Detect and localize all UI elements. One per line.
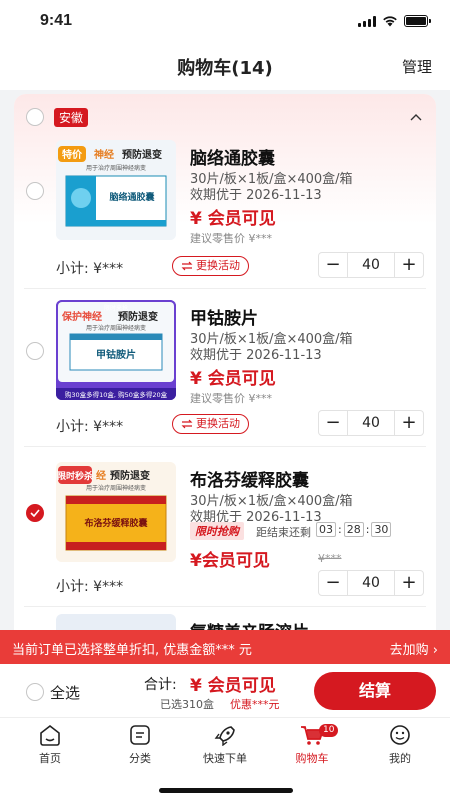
quantity-value[interactable]: 40	[347, 571, 395, 595]
thumb-sub: 用于治疗周围神经病变	[86, 484, 146, 492]
product-image[interactable]: 特价 神经 预防退变 用于治疗周围神经病变 脑络通胶囊	[56, 140, 176, 240]
add-more-link[interactable]: 去加购 ›	[390, 639, 438, 658]
product-image[interactable]: 限时秒杀 经 预防退变 用于治疗周围神经病变 布洛芬缓释胶囊	[56, 462, 176, 562]
flash-sale-tag: 限时抢购	[190, 522, 244, 540]
cart-item: 限时秒杀 经 预防退变 用于治疗周围神经病变 布洛芬缓释胶囊 布洛芬缓释胶囊 3…	[14, 416, 436, 580]
thumb-badge-text: 限时秒杀	[57, 470, 93, 482]
thumb-box-label: 布洛芬缓释胶囊	[83, 517, 148, 529]
tab-label: 我的	[389, 752, 411, 765]
home-icon	[40, 724, 60, 746]
timer-seconds: 30	[371, 522, 392, 537]
suggested-price: 建议零售价 ¥***	[190, 232, 272, 245]
tab-label: 首页	[39, 752, 61, 765]
nav-bar: 购物车(14) 管理	[0, 44, 450, 90]
signal-icon	[358, 15, 376, 27]
status-bar: 9:41	[0, 0, 450, 44]
product-name[interactable]: 脑络通胶囊	[190, 144, 275, 169]
thumb-line1: 经	[96, 469, 106, 482]
product-name[interactable]: 甲钴胺片	[190, 304, 258, 329]
rocket-icon	[214, 726, 235, 746]
item-select-radio[interactable]	[26, 182, 44, 200]
select-all-label[interactable]: 全选	[50, 682, 80, 703]
checkmark-icon	[30, 509, 40, 517]
home-indicator	[159, 788, 293, 793]
thumb-box-label: 甲钴胺片	[96, 348, 136, 361]
checkout-button[interactable]: 结算	[314, 672, 436, 710]
item-select-radio[interactable]	[26, 342, 44, 360]
thumb-footer: 购30盒多得10盒, 购50盒多得20盒	[65, 390, 168, 399]
status-time: 9:41	[40, 12, 73, 29]
thumb-badge-text: 特价	[62, 148, 83, 161]
discount-amount: 优惠***元	[230, 698, 280, 711]
tab-quick-order[interactable]: 快速下单	[180, 724, 270, 766]
item-select-radio[interactable]	[26, 504, 44, 522]
manage-button[interactable]: 管理	[402, 56, 432, 77]
battery-icon	[404, 15, 431, 27]
tab-cart[interactable]: 10 购物车	[267, 724, 357, 766]
product-expiry: 效期优于 2026-11-13	[190, 348, 322, 363]
tab-home[interactable]: 首页	[5, 724, 95, 766]
cart-store-card: 安徽 特价 神经 预防退变 用于治疗周围神经病变 脑络通胶囊 脑络通胶囊 30片…	[14, 94, 436, 654]
divider	[24, 606, 426, 607]
profile-smile-icon	[390, 725, 410, 745]
product-image[interactable]: 限时来抢 保护神经 预防退变 用于治疗周围神经病变 甲钴胺片 购30盒多得10盒…	[56, 300, 176, 400]
thumb-sub: 用于治疗周围神经病变	[86, 164, 146, 172]
page-title: 购物车(14)	[177, 58, 273, 79]
increment-button[interactable]: +	[395, 571, 423, 595]
quantity-stepper: − 40 +	[318, 570, 424, 596]
suggested-price: 建议零售价 ¥***	[190, 392, 272, 405]
thumb-badge-text: 限时来抢	[104, 304, 128, 312]
thumb-line1: 保护神经	[61, 310, 102, 323]
thumb-sub: 用于治疗周围神经病变	[86, 324, 146, 332]
cart-badge: 10	[319, 724, 339, 737]
timer-minutes: 28	[343, 522, 364, 537]
cart-item: 限时来抢 保护神经 预防退变 用于治疗周围神经病变 甲钴胺片 购30盒多得10盒…	[14, 254, 436, 418]
select-all-radio[interactable]	[26, 683, 44, 701]
tab-label: 购物车	[295, 752, 329, 765]
cart-item: 特价 神经 预防退变 用于治疗周围神经病变 脑络通胶囊 脑络通胶囊 30片/板×…	[14, 94, 436, 258]
total-value: ¥ 会员可见	[190, 676, 276, 696]
wifi-icon	[383, 16, 397, 27]
discount-promo-bar: 当前订单已选择整单折扣, 优惠金额*** 元 去加购 ›	[0, 630, 450, 664]
tab-profile[interactable]: 我的	[355, 724, 445, 766]
total-label: 合计:	[144, 677, 177, 693]
timer-hours: 03	[316, 522, 336, 537]
selected-count: 已选310盒	[160, 698, 214, 711]
category-icon	[130, 725, 150, 745]
promo-text: 当前订单已选择整单折扣, 优惠金额*** 元	[12, 643, 252, 658]
original-price: ¥***	[318, 552, 342, 565]
tab-label: 快速下单	[203, 752, 247, 765]
product-name[interactable]: 布洛芬缓释胶囊	[190, 466, 309, 491]
thumb-box-label: 脑络通胶囊	[108, 191, 155, 203]
status-icons	[358, 15, 431, 27]
member-price: ¥ 会员可见	[190, 369, 276, 389]
tab-label: 分类	[129, 752, 151, 765]
tab-category[interactable]: 分类	[95, 724, 185, 766]
thumb-line2: 预防退变	[118, 310, 158, 323]
countdown-timer: 03: 28: 30	[316, 522, 392, 537]
decrement-button[interactable]: −	[319, 571, 347, 595]
item-subtotal: 小计: ¥***	[56, 579, 124, 595]
thumb-line2: 预防退变	[110, 469, 150, 482]
member-price: ¥会员可见	[190, 551, 270, 571]
thumb-line2: 预防退变	[122, 148, 162, 161]
flash-countdown-label: 距结束还剩	[256, 526, 311, 539]
checkout-bar: 全选 合计: ¥ 会员可见 已选310盒 优惠***元 结算	[0, 664, 450, 718]
thumb-line1: 神经	[94, 148, 114, 161]
product-expiry: 效期优于 2026-11-13	[190, 188, 322, 203]
member-price: ¥ 会员可见	[190, 209, 276, 229]
